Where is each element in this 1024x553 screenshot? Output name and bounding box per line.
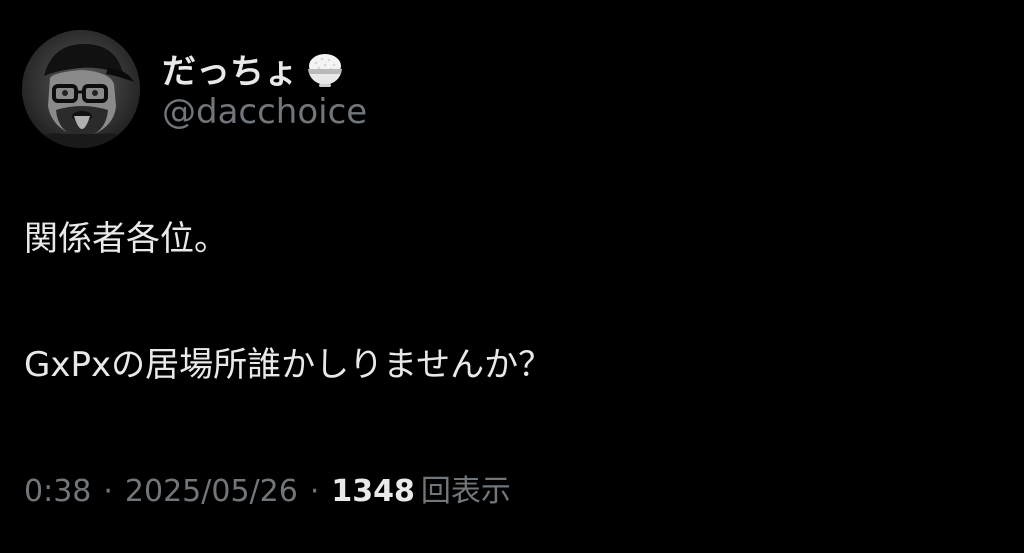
rice-bowl-icon: [304, 47, 346, 89]
tweet-card: だっちょ @dacchoice 関係者各位。 GxPxの居場所誰かしりませんか？…: [0, 0, 1024, 553]
avatar-photo: [22, 30, 140, 148]
views-count[interactable]: 1348: [331, 470, 415, 514]
avatar[interactable]: [22, 30, 140, 148]
tweet-time[interactable]: 0:38: [24, 470, 91, 514]
tweet-date[interactable]: 2025/05/26: [125, 470, 298, 514]
views-label: 回表示: [420, 474, 511, 509]
tweet-meta: 0:38 · 2025/05/26 · 1348 回表示: [24, 470, 511, 514]
display-name[interactable]: だっちょ: [162, 44, 298, 93]
meta-separator: ·: [309, 474, 320, 509]
tweet-line: GxPxの居場所誰かしりませんか？: [24, 345, 553, 385]
author-name-row[interactable]: だっちょ: [162, 44, 346, 92]
tweet-body: 関係者各位。 GxPxの居場所誰かしりませんか？: [24, 214, 994, 390]
tweet-line: 関係者各位。: [24, 219, 228, 259]
author-handle[interactable]: @dacchoice: [162, 92, 367, 132]
meta-separator: ·: [103, 474, 113, 509]
